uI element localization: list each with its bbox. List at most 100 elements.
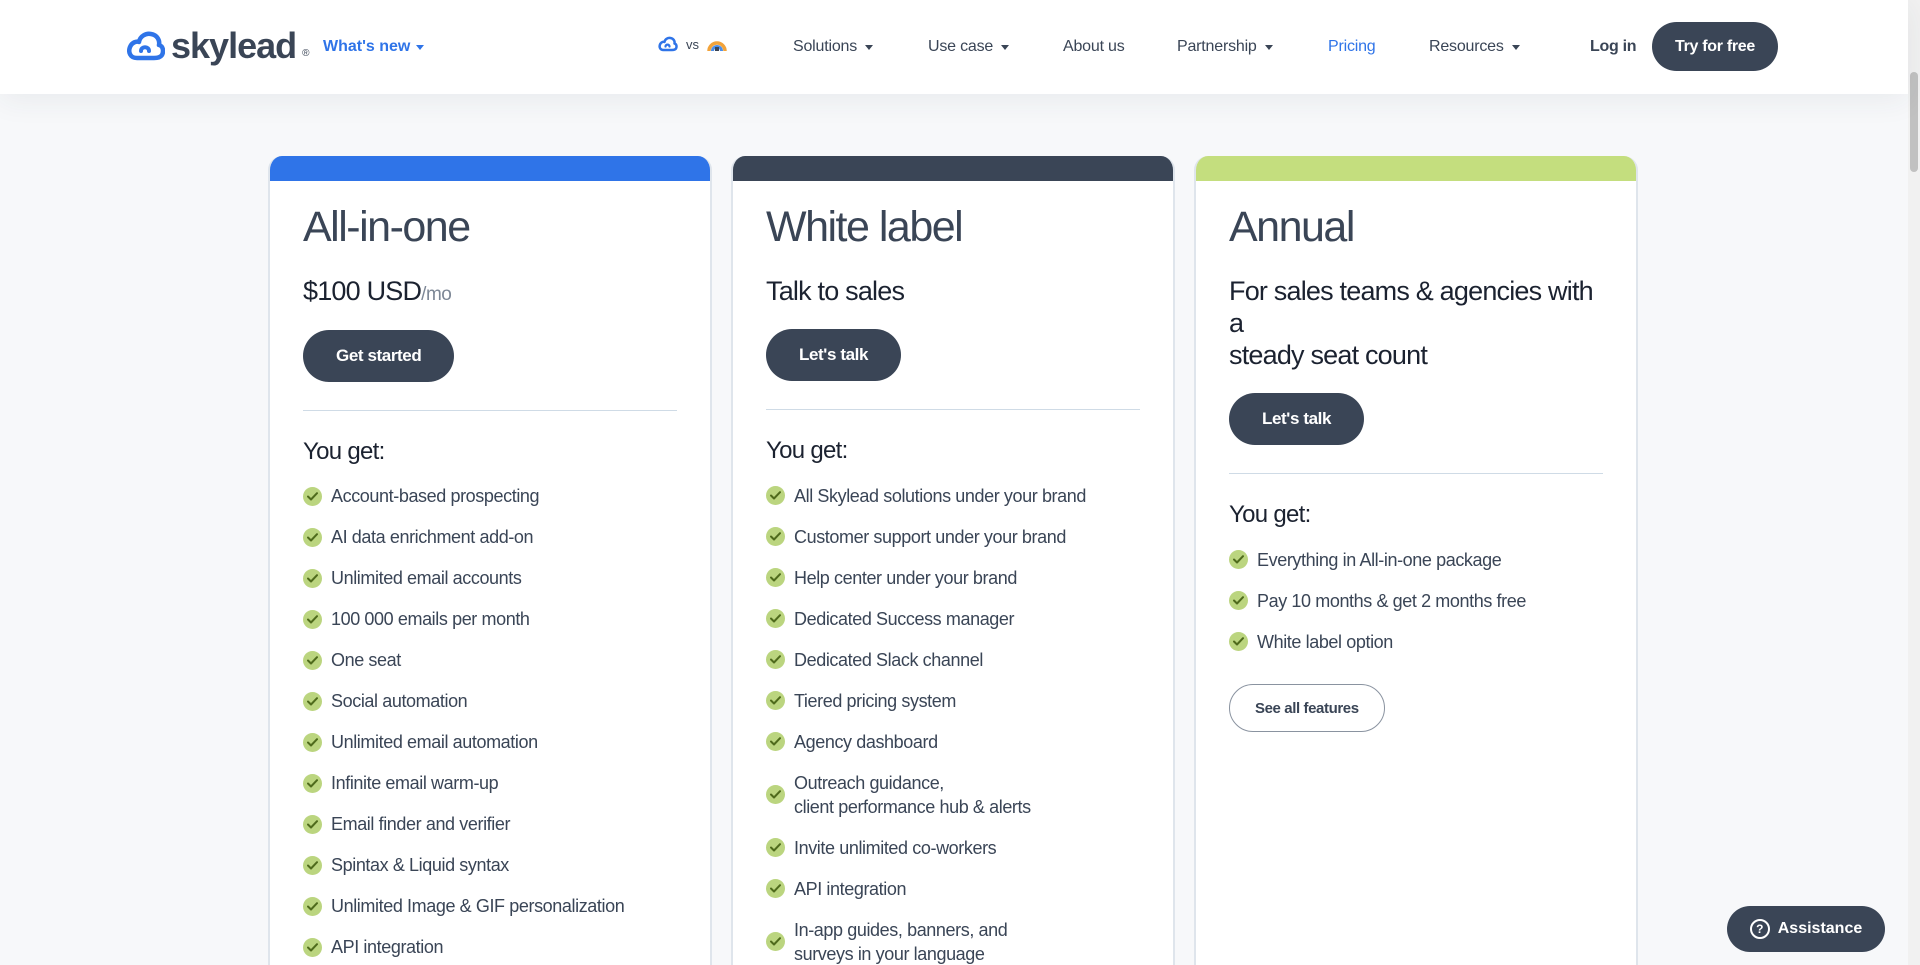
check-icon [766, 486, 785, 506]
feature-text-line: In-app guides, banners, and [794, 919, 1008, 940]
skylead-logo[interactable]: skylead ® [127, 25, 309, 66]
login-link[interactable]: Log in [1590, 38, 1636, 56]
subtitle-line: steady seat count [1229, 340, 1428, 371]
feature-text: Unlimited Image & GIF personalization [331, 896, 625, 917]
feature-item: AI data enrichment add-on [303, 517, 677, 558]
feature-text: API integration [794, 878, 907, 899]
nav-solutions[interactable]: Solutions [793, 38, 874, 56]
card-accent-bar [733, 156, 1173, 181]
feature-item: Dedicated Slack channel [766, 639, 1140, 680]
chevron-down-icon [416, 44, 425, 50]
check-icon [303, 937, 322, 957]
check-icon [766, 932, 785, 952]
feature-list: Everything in All-in-one package Pay 10 m… [1229, 539, 1603, 662]
nav-use-case[interactable]: Use case [928, 38, 1010, 56]
feature-text: Spintax & Liquid syntax [331, 855, 509, 876]
nav-pricing[interactable]: Pricing [1328, 38, 1376, 56]
lets-talk-button[interactable]: Let's talk [1229, 393, 1365, 446]
check-icon [766, 785, 785, 805]
assistance-button[interactable]: ? Assistance [1727, 906, 1885, 952]
check-icon [766, 527, 785, 547]
feature-text-line: Outreach guidance, [794, 772, 944, 793]
card-subtitle: For sales teams & agencies with a steady… [1229, 275, 1603, 371]
feature-item: Customer support under your brand [766, 516, 1140, 557]
feature-item: Unlimited Image & GIF personalization [303, 886, 677, 927]
check-icon [303, 896, 322, 916]
nav-resources-label: Resources [1429, 38, 1504, 55]
try-for-free-button[interactable]: Try for free [1652, 22, 1778, 71]
check-icon [766, 609, 785, 629]
feature-text: Dedicated Slack channel [794, 649, 983, 670]
feature-item: All Skylead solutions under your brand [766, 475, 1140, 516]
feature-item: Everything in All-in-one package [1229, 539, 1603, 580]
feature-text: Tiered pricing system [794, 690, 956, 711]
check-icon [303, 814, 322, 834]
feature-list: Account-based prospecting AI data enrichm… [303, 476, 677, 965]
feature-item: Account-based prospecting [303, 476, 677, 517]
card-accent-bar [270, 156, 710, 181]
feature-text: 100 000 emails per month [331, 609, 530, 630]
subtitle-line: For sales teams & agencies with a [1229, 276, 1594, 339]
see-all-features-button[interactable]: See all features [1229, 684, 1385, 733]
feature-text: Dedicated Success manager [794, 608, 1015, 629]
feature-item: Agency dashboard [766, 721, 1140, 762]
feature-item: Outreach guidance, client performance hub… [766, 762, 1140, 827]
scrollbar-thumb[interactable] [1910, 72, 1918, 172]
help-question-icon: ? [1749, 919, 1770, 939]
feature-item: Dedicated Success manager [766, 598, 1140, 639]
price-unit: /mo [421, 284, 452, 306]
get-started-button[interactable]: Get started [303, 329, 455, 382]
pricing-card-all-in-one: All-in-one $100 USD/mo Get started You g… [268, 156, 712, 965]
you-get-heading: You get: [303, 437, 385, 465]
feature-text: All Skylead solutions under your brand [794, 485, 1086, 506]
you-get-heading: You get: [1229, 501, 1311, 529]
pricing-card-white-label: White label Talk to sales Let's talk You… [731, 156, 1175, 965]
divider [1229, 473, 1603, 475]
feature-item: Help center under your brand [766, 557, 1140, 598]
feature-text: Agency dashboard [794, 731, 938, 752]
nav-use-case-label: Use case [928, 38, 994, 55]
feature-item: White label option [1229, 621, 1603, 662]
feature-item: Email finder and verifier [303, 804, 677, 845]
check-icon [303, 609, 322, 629]
check-icon [1229, 591, 1248, 611]
feature-text: Unlimited email automation [331, 732, 538, 753]
chevron-down-icon [1001, 44, 1010, 50]
nav-about-label: About us [1063, 38, 1125, 55]
feature-text: API integration [331, 937, 444, 958]
card-subtitle: Talk to sales [766, 276, 905, 307]
lets-talk-button[interactable]: Let's talk [766, 329, 902, 382]
whats-new-dropdown[interactable]: What's new [323, 38, 425, 56]
feature-text: AI data enrichment add-on [331, 527, 534, 548]
feature-item: API integration [303, 927, 677, 965]
check-icon [303, 691, 322, 711]
feature-item: Social automation [303, 681, 677, 722]
feature-item: API integration [766, 868, 1140, 909]
card-title: All-in-one [303, 203, 471, 251]
feature-item: Spintax & Liquid syntax [303, 845, 677, 886]
nav-partnership-label: Partnership [1177, 38, 1257, 55]
skylead-small-icon [658, 36, 678, 52]
feature-text: Email finder and verifier [331, 814, 511, 835]
check-icon [766, 568, 785, 588]
card-title: White label [766, 203, 964, 251]
feature-text: One seat [331, 650, 401, 671]
nav-about-us[interactable]: About us [1063, 38, 1125, 56]
check-icon [1229, 550, 1248, 570]
nav-resources[interactable]: Resources [1429, 38, 1520, 56]
check-icon [303, 650, 322, 670]
divider [303, 409, 677, 411]
you-get-heading: You get: [766, 437, 848, 465]
feature-text: Infinite email warm-up [331, 773, 499, 794]
skylead-cloud-icon [127, 31, 165, 61]
check-icon [303, 855, 322, 875]
feature-item: Tiered pricing system [766, 680, 1140, 721]
feature-item: Invite unlimited co-workers [766, 827, 1140, 868]
feature-item: In-app guides, banners, and surveys in yo… [766, 909, 1140, 965]
chevron-down-icon [1511, 44, 1520, 50]
site-header: skylead ® What's new vs Solutions Use cas… [0, 0, 1908, 94]
check-icon [766, 691, 785, 711]
feature-text: Invite unlimited co-workers [794, 837, 997, 858]
comparison-link[interactable]: vs [658, 36, 727, 52]
nav-partnership[interactable]: Partnership [1177, 38, 1273, 56]
